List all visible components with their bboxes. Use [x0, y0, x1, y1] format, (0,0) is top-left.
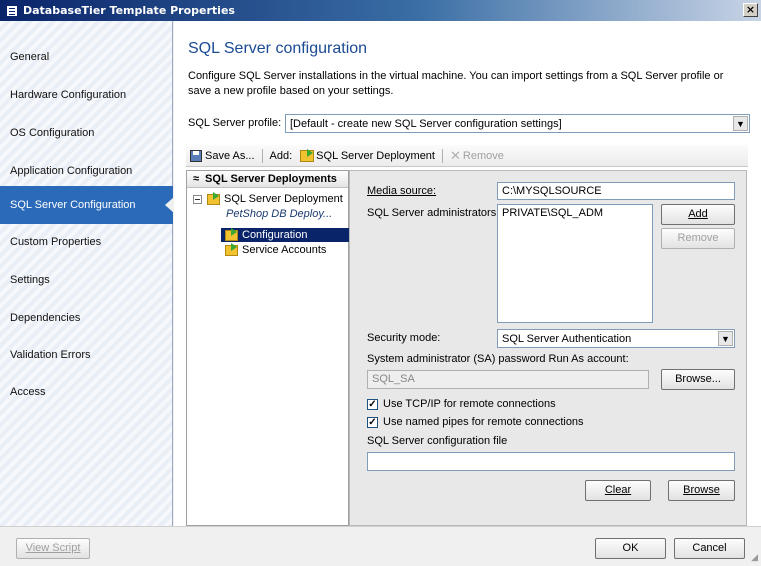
browse-sa-account-button[interactable]: Browse...: [661, 369, 735, 390]
profile-dropdown[interactable]: [Default - create new SQL Server configu…: [285, 114, 750, 133]
media-source-label: Media source:: [367, 185, 437, 197]
administrators-label: SQL Server administrators:: [367, 207, 500, 219]
nav-item-application-configuration[interactable]: Application Configuration: [0, 152, 173, 190]
checkbox-checked-icon[interactable]: ✓: [367, 398, 378, 410]
left-navigation: General Hardware Configuration OS Config…: [0, 21, 174, 526]
save-as-label: Save As...: [205, 149, 255, 162]
tree-item-service-accounts-label: Service Accounts: [242, 244, 327, 256]
collapse-icon[interactable]: ≈: [193, 173, 199, 185]
security-mode-label: Security mode:: [367, 332, 441, 344]
configuration-details: Media source: C:\MYSQLSOURCE SQL Server …: [349, 170, 747, 526]
nav-item-sql-server-configuration[interactable]: SQL Server Configuration: [0, 186, 174, 224]
profile-label: SQL Server profile:: [188, 117, 282, 129]
nav-item-hardware-configuration[interactable]: Hardware Configuration: [0, 76, 173, 114]
tcpip-label: Use TCP/IP for remote connections: [383, 398, 556, 410]
checkbox-checked-icon[interactable]: ✓: [367, 416, 378, 428]
tree-item-configuration-label: Configuration: [242, 229, 308, 241]
tree-root-label: SQL Server Deployment: [224, 193, 343, 205]
deployment-toolbar: Save As... Add: SQL Server Deployment ✕ …: [186, 145, 748, 167]
media-source-input[interactable]: C:\MYSQLSOURCE: [497, 182, 735, 200]
security-mode-dropdown[interactable]: SQL Server Authentication ▼: [497, 329, 735, 348]
remove-deployment-button[interactable]: ✕ Remove: [446, 148, 508, 164]
save-as-button[interactable]: Save As...: [186, 149, 259, 162]
deployment-icon: [207, 191, 220, 205]
remove-deployment-label: Remove: [462, 149, 504, 162]
service-accounts-icon: [225, 242, 238, 256]
clear-button[interactable]: Clear: [585, 480, 651, 501]
toolbar-separator: [261, 148, 263, 163]
remove-administrator-button[interactable]: Remove: [661, 228, 735, 249]
close-button[interactable]: ×: [743, 3, 758, 17]
add-deployment-label: SQL Server Deployment: [316, 149, 435, 162]
chevron-down-icon[interactable]: ▼: [733, 116, 748, 131]
config-file-label: SQL Server configuration file: [367, 435, 508, 447]
toolbar-separator: [441, 148, 443, 163]
tree-header: ≈ SQL Server Deployments: [187, 171, 348, 188]
chevron-down-icon[interactable]: ▼: [718, 331, 733, 346]
save-icon: [190, 149, 202, 162]
add-deployment-icon: [300, 148, 315, 162]
page-description: Configure SQL Server installations in th…: [188, 70, 724, 97]
add-label: Add:: [269, 149, 293, 162]
cancel-button[interactable]: Cancel: [674, 538, 745, 559]
page-title: SQL Server configuration: [188, 40, 368, 57]
collapse-toggle-icon[interactable]: [193, 194, 202, 204]
tree-item-service-accounts[interactable]: Service Accounts: [225, 242, 327, 256]
tree-item-configuration[interactable]: Configuration: [221, 227, 349, 242]
nav-item-settings[interactable]: Settings: [0, 261, 173, 299]
administrator-entry[interactable]: PRIVATE\SQL_ADM: [502, 207, 603, 219]
profile-dropdown-value: [Default - create new SQL Server configu…: [290, 117, 562, 130]
tree-root-subtitle: PetShop DB Deploy...: [226, 208, 333, 220]
security-mode-value: SQL Server Authentication: [502, 332, 632, 345]
remove-icon: ✕: [449, 147, 461, 163]
configuration-icon: [225, 227, 238, 241]
ok-button[interactable]: OK: [595, 538, 666, 559]
window-title: DatabaseTier Template Properties: [23, 4, 235, 17]
nav-item-dependencies[interactable]: Dependencies: [0, 299, 173, 337]
browse-config-file-button[interactable]: Browse: [668, 480, 735, 501]
tree-root-item[interactable]: SQL Server Deployment: [193, 191, 343, 205]
sa-account-label: System administrator (SA) password Run A…: [367, 353, 629, 365]
view-script-button[interactable]: View Script: [16, 538, 90, 559]
window-icon: [6, 4, 18, 17]
nav-item-validation-errors[interactable]: Validation Errors: [0, 336, 173, 374]
named-pipes-label: Use named pipes for remote connections: [383, 416, 584, 428]
title-bar: DatabaseTier Template Properties ×: [0, 0, 761, 21]
nav-item-os-configuration[interactable]: OS Configuration: [0, 114, 173, 152]
named-pipes-checkbox[interactable]: ✓ Use named pipes for remote connections: [367, 416, 584, 428]
config-file-input[interactable]: [367, 452, 735, 471]
nav-item-access[interactable]: Access: [0, 373, 173, 411]
tcpip-checkbox[interactable]: ✓ Use TCP/IP for remote connections: [367, 398, 556, 410]
administrators-list[interactable]: PRIVATE\SQL_ADM: [497, 204, 653, 323]
sa-account-input[interactable]: SQL_SA: [367, 370, 649, 389]
nav-item-general[interactable]: General: [0, 38, 173, 76]
add-deployment-button[interactable]: SQL Server Deployment: [296, 148, 439, 162]
deployment-tree: ≈ SQL Server Deployments SQL Server Depl…: [186, 170, 349, 526]
nav-item-custom-properties[interactable]: Custom Properties: [0, 223, 173, 261]
resize-grip-icon[interactable]: ◢: [751, 553, 758, 563]
add-administrator-button[interactable]: Add: [661, 204, 735, 225]
tree-header-label: SQL Server Deployments: [205, 173, 337, 185]
dialog-footer: View Script OK Cancel ◢: [0, 526, 761, 566]
main-panel: SQL Server configuration Configure SQL S…: [174, 21, 761, 526]
